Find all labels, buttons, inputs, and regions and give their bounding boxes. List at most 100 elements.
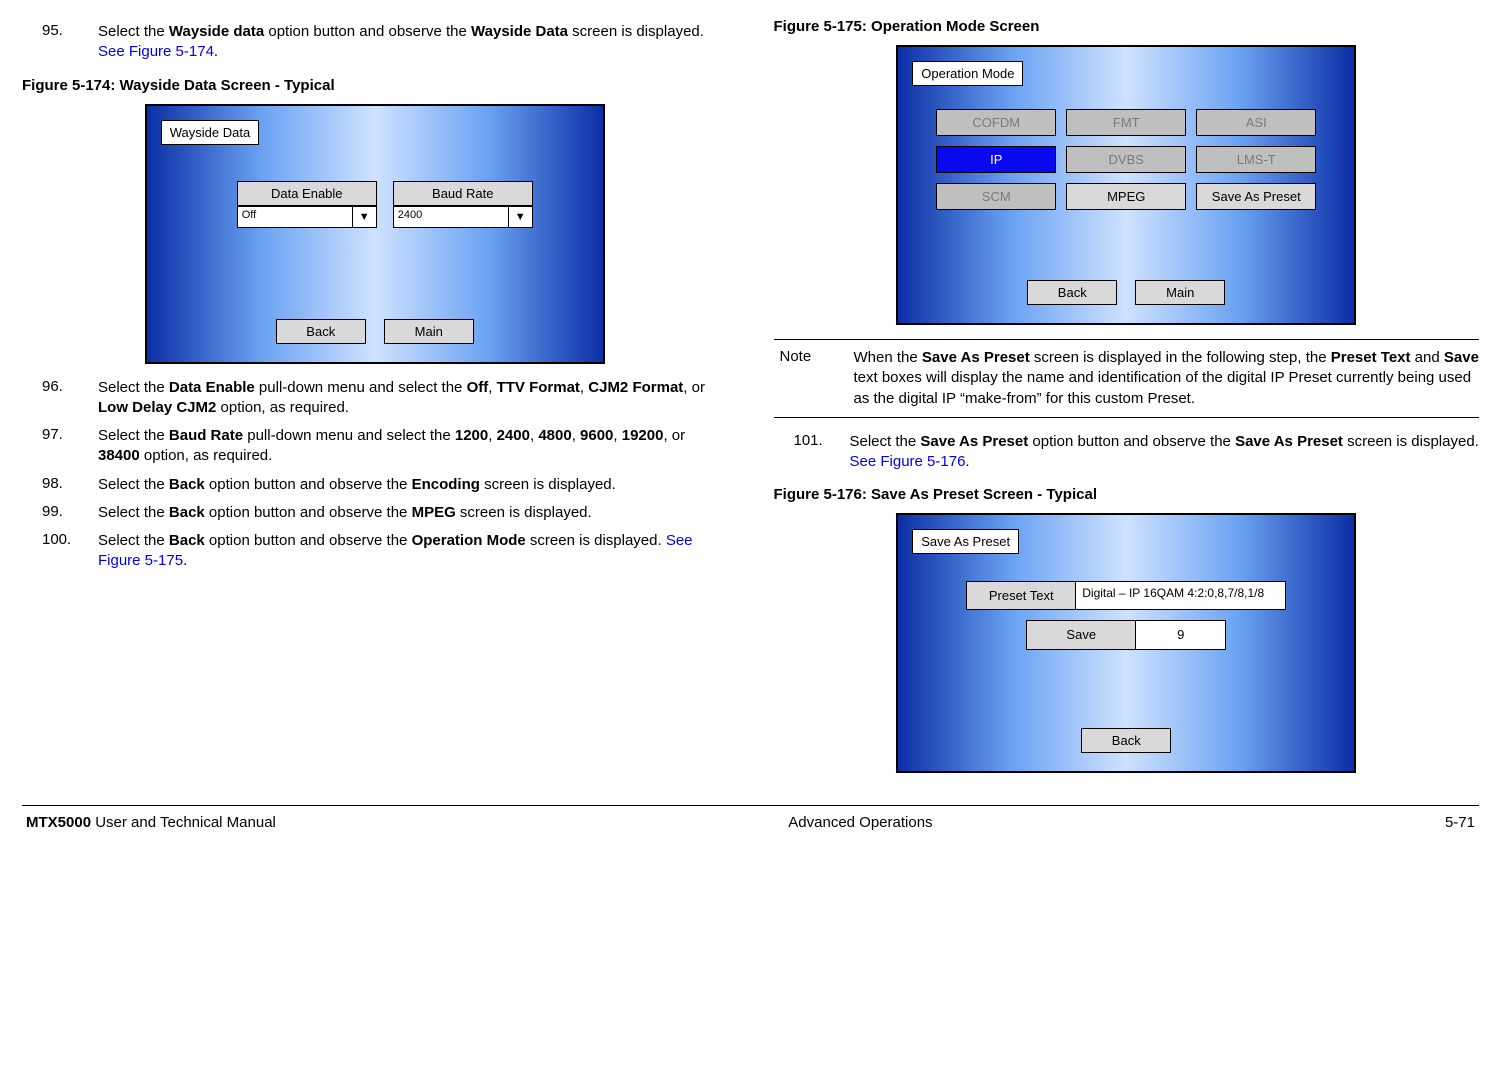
right-column: Figure 5-175: Operation Mode Screen Oper… (774, 18, 1480, 787)
figure-link[interactable]: See Figure 5-176 (850, 453, 966, 470)
footer-center: Advanced Operations (788, 814, 932, 831)
text-bold: Back (169, 504, 205, 521)
text: , (580, 379, 588, 396)
step-number: 95. (42, 22, 98, 63)
text-bold: 9600 (580, 427, 613, 444)
step-body: Select the Baud Rate pull-down menu and … (98, 426, 728, 467)
text-bold: Back (169, 476, 205, 493)
text-bold: Save As Preset (922, 349, 1030, 366)
figure-175-caption: Figure 5-175: Operation Mode Screen (774, 18, 1480, 35)
step-number: 98. (42, 475, 98, 495)
text: Select the (98, 504, 169, 521)
figure-link[interactable]: See Figure 5-174 (98, 43, 214, 60)
text: screen is displayed. (1343, 433, 1479, 450)
text-bold: Off (467, 379, 489, 396)
text-bold: 4800 (538, 427, 571, 444)
data-enable-value: Off (238, 207, 352, 227)
text: . (965, 453, 969, 470)
text: option button and observe the (264, 23, 471, 40)
dropdown-icon: ▼ (508, 207, 532, 227)
page-footer: MTX5000 User and Technical Manual Advanc… (22, 814, 1479, 831)
text: screen is displayed. (456, 504, 592, 521)
asi-button[interactable]: ASI (1196, 109, 1316, 136)
text: , (488, 427, 496, 444)
main-button[interactable]: Main (384, 319, 474, 344)
back-button[interactable]: Back (1081, 728, 1171, 753)
text-bold: CJM2 Format (588, 379, 683, 396)
step-body: Select the Back option button and observ… (98, 503, 728, 523)
fmt-button[interactable]: FMT (1066, 109, 1186, 136)
text-bold: Baud Rate (169, 427, 243, 444)
save-label[interactable]: Save (1026, 620, 1136, 650)
text: , (613, 427, 621, 444)
note-label: Note (774, 348, 854, 409)
footer-text: User and Technical Manual (91, 814, 276, 831)
step-95: 95. Select the Wayside data option butto… (22, 22, 728, 63)
text-bold: Preset Text (1331, 349, 1411, 366)
step-97: 97. Select the Baud Rate pull-down menu … (22, 426, 728, 467)
step-99: 99. Select the Back option button and ob… (22, 503, 728, 523)
text: Select the (98, 23, 169, 40)
cofdm-button[interactable]: COFDM (936, 109, 1056, 136)
product-name: MTX5000 (26, 814, 91, 831)
footer-left: MTX5000 User and Technical Manual (26, 814, 276, 831)
step-98: 98. Select the Back option button and ob… (22, 475, 728, 495)
screen-title: Operation Mode (912, 61, 1023, 86)
preset-text-label[interactable]: Preset Text (966, 581, 1076, 610)
figure-176-caption: Figure 5-176: Save As Preset Screen - Ty… (774, 486, 1480, 503)
wayside-data-screen: Wayside Data Data Enable Off ▼ Baud Rate… (145, 104, 605, 364)
text: screen is displayed. (526, 532, 666, 549)
text-bold: MPEG (412, 504, 456, 521)
data-enable-label: Data Enable (237, 181, 377, 206)
step-100: 100. Select the Back option button and o… (22, 531, 728, 572)
step-96: 96. Select the Data Enable pull-down men… (22, 378, 728, 419)
text-bold: Operation Mode (412, 532, 526, 549)
text: text boxes will display the name and ide… (854, 369, 1472, 406)
figure-174-caption: Figure 5-174: Wayside Data Screen - Typi… (22, 77, 728, 94)
preset-text-value[interactable]: Digital – IP 16QAM 4:2:0,8,7/8,1/8 (1076, 581, 1286, 610)
dvbs-button[interactable]: DVBS (1066, 146, 1186, 173)
note-body: When the Save As Preset screen is displa… (854, 348, 1480, 409)
baud-rate-label: Baud Rate (393, 181, 533, 206)
text-bold: Low Delay CJM2 (98, 399, 216, 416)
back-button[interactable]: Back (1027, 280, 1117, 305)
step-number: 100. (42, 531, 98, 572)
data-enable-select[interactable]: Off ▼ (237, 206, 377, 228)
figure-175: Operation Mode COFDM FMT ASI IP DVBS LMS… (774, 45, 1480, 325)
text: . (183, 552, 187, 569)
text-bold: Back (169, 532, 205, 549)
text: option, as required. (140, 447, 273, 464)
left-column: 95. Select the Wayside data option butto… (22, 18, 728, 787)
operation-mode-screen: Operation Mode COFDM FMT ASI IP DVBS LMS… (896, 45, 1356, 325)
text: When the (854, 349, 922, 366)
scm-button[interactable]: SCM (936, 183, 1056, 210)
save-value[interactable]: 9 (1136, 620, 1226, 650)
screen-title: Save As Preset (912, 529, 1019, 554)
save-as-preset-button[interactable]: Save As Preset (1196, 183, 1316, 210)
mpeg-button[interactable]: MPEG (1066, 183, 1186, 210)
text: and (1411, 349, 1444, 366)
step-number: 101. (794, 432, 850, 473)
text: , (572, 427, 580, 444)
page-number: 5-71 (1445, 814, 1475, 831)
main-button[interactable]: Main (1135, 280, 1225, 305)
text: , (488, 379, 496, 396)
back-button[interactable]: Back (276, 319, 366, 344)
step-body: Select the Save As Preset option button … (850, 432, 1480, 473)
baud-rate-select[interactable]: 2400 ▼ (393, 206, 533, 228)
text: Select the (98, 427, 169, 444)
save-as-preset-screen: Save As Preset Preset Text Digital – IP … (896, 513, 1356, 773)
ip-button[interactable]: IP (936, 146, 1056, 173)
figure-176: Save As Preset Preset Text Digital – IP … (774, 513, 1480, 773)
text: option, as required. (216, 399, 349, 416)
screen-title: Wayside Data (161, 120, 259, 145)
note-block: Note When the Save As Preset screen is d… (774, 339, 1480, 418)
step-number: 96. (42, 378, 98, 419)
text: pull-down menu and select the (255, 379, 467, 396)
text: Select the (98, 476, 169, 493)
baud-rate-value: 2400 (394, 207, 508, 227)
text: screen is displayed. (480, 476, 616, 493)
lms-t-button[interactable]: LMS-T (1196, 146, 1316, 173)
text-bold: 2400 (497, 427, 530, 444)
step-101: 101. Select the Save As Preset option bu… (774, 432, 1480, 473)
